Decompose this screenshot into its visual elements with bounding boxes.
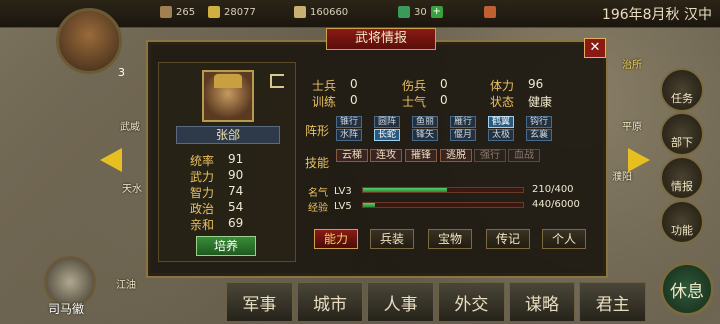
strategy-button[interactable]: 谋略 <box>508 282 576 322</box>
formation-tag[interactable]: 锋矢 <box>412 129 439 141</box>
status-info: 状态 健康 <box>490 95 553 109</box>
fame-bar-fill <box>363 188 447 192</box>
city-tianshui[interactable]: 天水 <box>122 180 142 195</box>
formation-label: 阵形 <box>305 124 330 138</box>
morale-info: 士气 0 <box>402 93 448 109</box>
skill-tag-disabled[interactable]: 强行 <box>474 149 506 162</box>
exp-bar-fill <box>363 203 375 207</box>
function-button[interactable]: 功能 <box>660 200 704 244</box>
intel-button[interactable]: 情报 <box>660 156 704 200</box>
general-name: 张郃 <box>176 126 280 144</box>
stat-force: 武力 90 <box>190 168 244 184</box>
fame-bar <box>362 187 524 193</box>
task-button[interactable]: 任务 <box>660 68 704 112</box>
jade-icon <box>398 6 410 18</box>
exp-bar <box>362 202 524 208</box>
formation-tag[interactable]: 鹤翼 <box>488 116 515 128</box>
stat-charisma: 亲和 69 <box>190 216 244 232</box>
resource-item <box>484 6 496 18</box>
next-general-arrow-icon[interactable] <box>628 148 650 172</box>
close-icon[interactable]: ✕ <box>584 38 606 58</box>
lord-button[interactable]: 君主 <box>579 282 647 322</box>
city-pingyuan[interactable]: 平原 <box>622 118 642 133</box>
ruler-level: 3 <box>118 66 125 79</box>
stat-politics: 政治 54 <box>190 200 244 216</box>
skill-tag[interactable]: 逃脱 <box>440 149 472 162</box>
formation-tag[interactable]: 雁行 <box>450 116 477 128</box>
military-button[interactable]: 军事 <box>226 282 293 322</box>
stat-intelligence: 智力 74 <box>190 184 244 200</box>
formation-tag[interactable]: 长蛇 <box>374 129 401 141</box>
skills-label: 技能 <box>305 156 330 170</box>
resource-money: 28077 <box>208 6 256 18</box>
skill-tag[interactable]: 云梯 <box>336 149 368 162</box>
diplomacy-button[interactable]: 外交 <box>438 282 505 322</box>
skill-tag[interactable]: 连攻 <box>370 149 402 162</box>
fame-row: 名气 LV3 <box>308 186 352 199</box>
grain-icon <box>294 6 306 18</box>
skill-tag-disabled[interactable]: 血战 <box>508 149 540 162</box>
stat-leadership: 统率 91 <box>190 152 244 168</box>
rest-button[interactable]: 休息 <box>660 262 714 316</box>
train-button[interactable]: 培养 <box>196 236 256 256</box>
resource-grain: 160660 <box>294 6 348 18</box>
soldiers-info: 士兵 0 <box>312 77 358 93</box>
city-button[interactable]: 城市 <box>296 282 364 322</box>
token-icon <box>484 6 496 18</box>
dialog-title: 武将情报 <box>326 28 436 50</box>
personnel-button[interactable]: 人事 <box>367 282 435 322</box>
coin-icon <box>208 6 220 18</box>
tab-personal[interactable]: 个人 <box>542 229 586 249</box>
formation-tag[interactable]: 圆阵 <box>374 116 401 128</box>
exp-row: 经验 LV5 <box>308 201 352 214</box>
general-portrait <box>202 70 254 122</box>
formation-tag[interactable]: 玄襄 <box>526 129 553 141</box>
capital-label: 治所 <box>622 60 642 71</box>
city-jiangyou[interactable]: 江油 <box>116 276 136 291</box>
tab-treasure[interactable]: 宝物 <box>428 229 472 249</box>
formation-tag[interactable]: 钩行 <box>526 116 553 128</box>
prev-general-arrow-icon[interactable] <box>100 148 122 172</box>
subordinates-button[interactable]: 部下 <box>660 112 704 156</box>
ruler-avatar[interactable] <box>56 8 122 74</box>
exit-icon[interactable] <box>270 74 284 88</box>
date-location: 196年8月秋 汉中 <box>601 7 712 23</box>
advisor-name: 司马徽 <box>48 302 85 316</box>
formation-tag[interactable]: 鱼丽 <box>412 116 439 128</box>
resource-food: 265 <box>160 6 195 18</box>
tab-equipment[interactable]: 兵装 <box>370 229 414 249</box>
formation-tag[interactable]: 水阵 <box>336 129 363 141</box>
tab-biography[interactable]: 传记 <box>486 229 530 249</box>
skill-tag[interactable]: 摧锋 <box>405 149 437 162</box>
exp-value: 440/6000 <box>532 199 580 210</box>
fame-value: 210/400 <box>532 184 574 195</box>
add-icon[interactable]: + <box>430 6 443 18</box>
bottom-command-bar: 军事 城市 人事 外交 谋略 君主 <box>226 282 647 324</box>
food-icon <box>160 6 172 18</box>
wounded-info: 伤兵 0 <box>402 77 448 93</box>
tab-ability[interactable]: 能力 <box>314 229 358 249</box>
formation-tag[interactable]: 锥行 <box>336 116 363 128</box>
city-wuwei[interactable]: 武威 <box>120 118 140 133</box>
formation-tag[interactable]: 太极 <box>488 129 515 141</box>
resource-gem: 30 + <box>398 6 443 18</box>
training-info: 训练 0 <box>312 93 358 109</box>
stamina-info: 体力 96 <box>490 77 544 93</box>
formation-tag[interactable]: 偃月 <box>450 129 477 141</box>
